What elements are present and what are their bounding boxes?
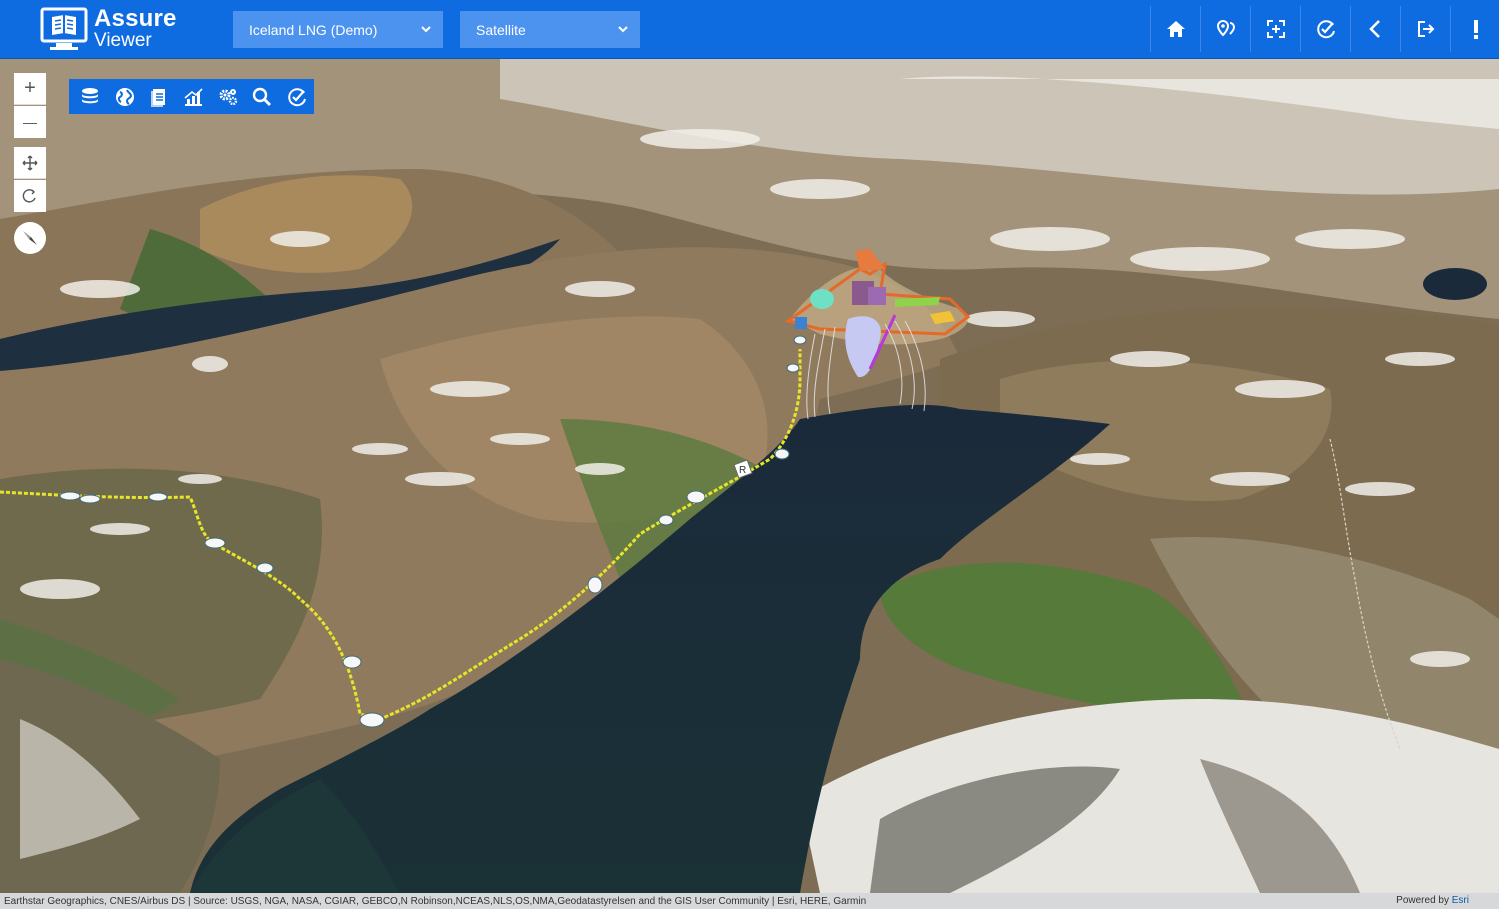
pan-button[interactable] bbox=[14, 147, 46, 179]
exclamation-icon bbox=[1473, 20, 1478, 39]
layers-database-icon bbox=[82, 87, 99, 103]
globe-button[interactable] bbox=[107, 79, 141, 114]
home-icon bbox=[1166, 21, 1185, 37]
locations-button[interactable] bbox=[1200, 6, 1250, 52]
search-icon bbox=[253, 87, 272, 106]
satellite-terrain: R bbox=[0, 59, 1499, 893]
rotate-icon bbox=[22, 189, 36, 203]
powered-by[interactable]: Powered by Esri bbox=[1396, 895, 1469, 906]
zoom-in-label: + bbox=[24, 77, 36, 99]
logo-monitor-icon bbox=[40, 7, 90, 51]
validate-button[interactable] bbox=[280, 79, 314, 114]
globe-icon bbox=[115, 87, 134, 106]
chevron-down-icon bbox=[618, 26, 628, 33]
search-button[interactable] bbox=[245, 79, 279, 114]
app-header: Assure Viewer Iceland LNG (Demo) Satelli… bbox=[0, 0, 1499, 59]
alerts-button[interactable] bbox=[1450, 6, 1499, 52]
powered-by-brand: Esri bbox=[1451, 895, 1469, 906]
logout-icon bbox=[1417, 21, 1434, 37]
pan-icon bbox=[22, 155, 38, 170]
logo-line-1: Assure bbox=[94, 5, 177, 32]
documents-button[interactable] bbox=[142, 79, 176, 114]
zoom-out-label: — bbox=[23, 114, 37, 130]
chevron-left-icon bbox=[1368, 20, 1380, 38]
app-logo[interactable]: Assure Viewer bbox=[40, 7, 190, 53]
rotate-button[interactable] bbox=[14, 180, 46, 212]
verify-button[interactable] bbox=[1300, 6, 1350, 52]
home-button[interactable] bbox=[1150, 6, 1200, 52]
basemap-select-value: Satellite bbox=[476, 21, 526, 38]
zoom-in-button[interactable]: + bbox=[14, 73, 46, 105]
settings-icon bbox=[219, 88, 238, 105]
layers-button[interactable] bbox=[73, 79, 107, 114]
zoom-extent-button[interactable] bbox=[1250, 6, 1300, 52]
focus-frame-icon bbox=[1266, 20, 1285, 38]
compass-button[interactable] bbox=[14, 222, 46, 254]
settings-button[interactable] bbox=[211, 79, 245, 114]
map-view[interactable]: R + — bbox=[0, 59, 1499, 893]
chevron-down-icon bbox=[421, 26, 431, 33]
zoom-out-button[interactable]: — bbox=[14, 106, 46, 138]
document-icon bbox=[151, 88, 166, 107]
project-select-value: Iceland LNG (Demo) bbox=[249, 21, 378, 38]
road-marker-label: R bbox=[739, 465, 746, 476]
map-pin-icon bbox=[1216, 19, 1235, 37]
logo-line-2: Viewer bbox=[94, 30, 152, 51]
back-button[interactable] bbox=[1350, 6, 1400, 52]
logo-text: Assure Viewer bbox=[94, 5, 177, 51]
map-toolbar bbox=[69, 79, 314, 114]
project-select[interactable]: Iceland LNG (Demo) bbox=[233, 11, 443, 48]
map-attribution: Earthstar Geographics, CNES/Airbus DS | … bbox=[0, 893, 1499, 909]
compass-icon bbox=[23, 231, 37, 245]
check-circle-icon bbox=[287, 87, 306, 106]
analytics-button[interactable] bbox=[176, 79, 210, 114]
basemap-select[interactable]: Satellite bbox=[460, 11, 640, 48]
chart-icon bbox=[184, 87, 204, 106]
logout-button[interactable] bbox=[1400, 6, 1450, 52]
powered-by-prefix: Powered by bbox=[1396, 895, 1452, 906]
check-badge-icon bbox=[1316, 20, 1335, 39]
attribution-text: Earthstar Geographics, CNES/Airbus DS | … bbox=[4, 895, 867, 907]
